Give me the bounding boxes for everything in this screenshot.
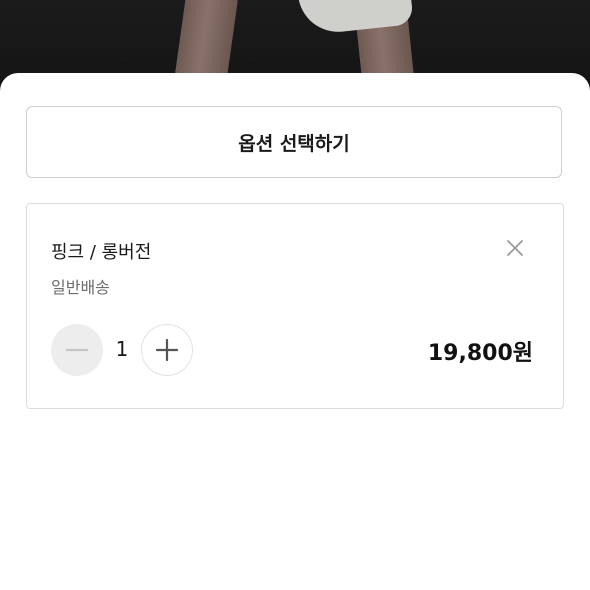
option-price: 19,800원 bbox=[427, 341, 533, 366]
shipping-type: 일반배송 bbox=[51, 278, 110, 297]
minus-icon bbox=[65, 348, 89, 352]
close-icon bbox=[507, 240, 523, 256]
screen: 옵션 선택하기 핑크 / 롱버전 일반배송 1 19,800원 bbox=[0, 0, 590, 590]
option-bottom-sheet: 옵션 선택하기 핑크 / 롱버전 일반배송 1 19,800원 bbox=[0, 73, 590, 590]
option-name: 핑크 / 롱버전 bbox=[51, 242, 152, 263]
quantity-value: 1 bbox=[115, 337, 129, 361]
selected-option-card: 핑크 / 롱버전 일반배송 1 19,800원 bbox=[26, 203, 564, 409]
remove-option-button[interactable] bbox=[501, 234, 529, 262]
select-option-button[interactable]: 옵션 선택하기 bbox=[26, 106, 562, 178]
plus-icon bbox=[155, 338, 179, 362]
quantity-increase-button[interactable] bbox=[141, 324, 193, 376]
quantity-decrease-button[interactable] bbox=[51, 324, 103, 376]
